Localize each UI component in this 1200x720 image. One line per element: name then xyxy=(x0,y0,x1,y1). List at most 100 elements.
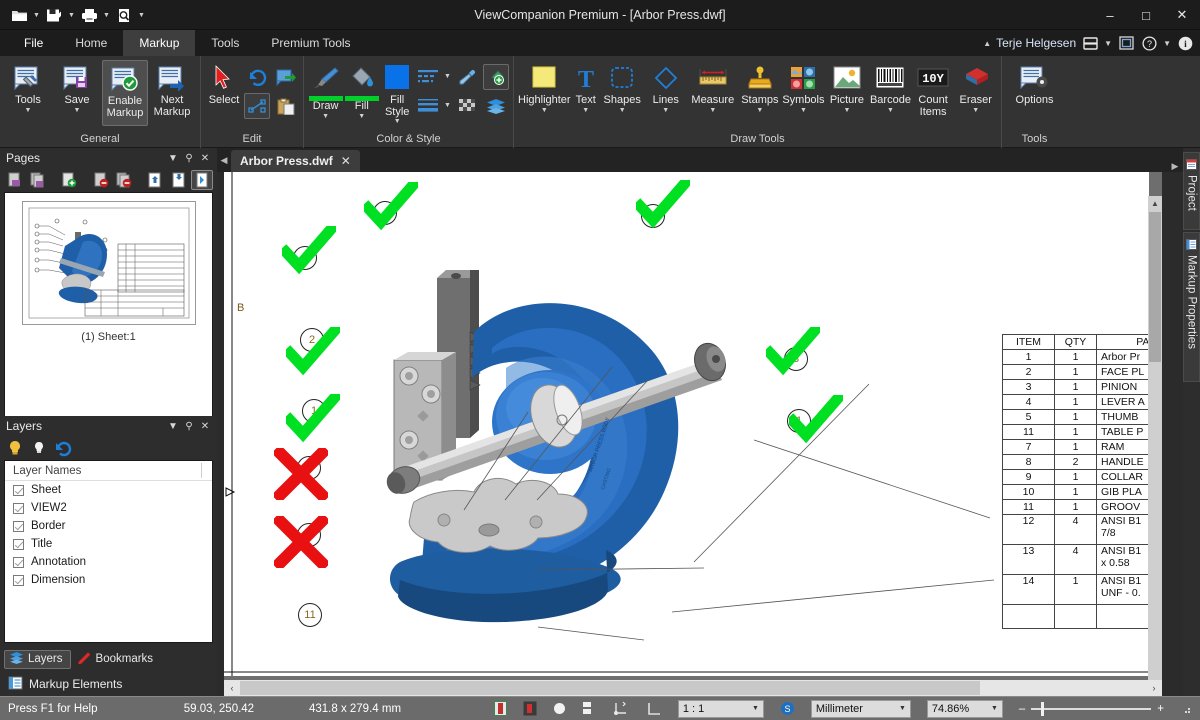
line-width-icon[interactable] xyxy=(415,93,441,119)
dock-tab-layers[interactable]: Layers xyxy=(4,649,71,669)
remove-all-pages-icon[interactable] xyxy=(113,170,134,190)
ribbon-button-fill-style[interactable]: Fill Style ▼ xyxy=(380,60,414,126)
fill-style-dropdown-caret[interactable]: ▼ xyxy=(394,118,401,126)
all-layers-on-icon[interactable] xyxy=(4,438,26,458)
save-all-pages-icon[interactable] xyxy=(27,170,48,190)
info-icon[interactable]: i xyxy=(1176,34,1194,52)
zoom-slider-track[interactable] xyxy=(1031,701,1152,716)
status-corner-icon[interactable] xyxy=(638,697,670,720)
lines-caret[interactable]: ▼ xyxy=(662,107,669,115)
table-row[interactable]: 10 1 GIB PLA xyxy=(1002,484,1149,500)
zoom-slider-handle[interactable] xyxy=(1041,701,1045,716)
layer-row-border[interactable]: Border xyxy=(5,517,212,535)
status-zoom-combo[interactable]: 74.86% ▼ xyxy=(919,697,1011,720)
close-button[interactable]: ✕ xyxy=(1164,0,1200,30)
tools-dropdown-caret[interactable]: ▼ xyxy=(25,107,32,115)
markup-check[interactable] xyxy=(636,180,690,234)
table-row[interactable]: 1 1 Arbor Pr xyxy=(1002,349,1149,365)
doctab-prev-arrow[interactable]: ◀ xyxy=(217,148,231,172)
remove-page-icon[interactable] xyxy=(90,170,111,190)
window-layout-icon[interactable] xyxy=(1117,34,1135,52)
status-unit-combo[interactable]: Millimeter ▼ xyxy=(803,697,919,720)
ribbon-button-highlighter[interactable]: Highlighter ▼ xyxy=(518,60,571,126)
maximize-button[interactable]: □ xyxy=(1128,0,1164,30)
pages-close-button[interactable]: ✕ xyxy=(197,153,213,164)
move-page-down-icon[interactable] xyxy=(168,170,189,190)
document-tab-close[interactable]: ✕ xyxy=(341,154,351,168)
layer-row-view2[interactable]: VIEW2 xyxy=(5,499,212,517)
minimize-button[interactable]: – xyxy=(1092,0,1128,30)
transform-icon[interactable] xyxy=(244,93,270,119)
tab-tools[interactable]: Tools xyxy=(195,30,255,56)
canvas-vertical-scrollbar[interactable]: ▲ ▼ xyxy=(1148,196,1162,700)
layer-row-annotation[interactable]: Annotation xyxy=(5,553,212,571)
canvas-hscroll-track[interactable] xyxy=(240,681,1146,695)
zoom-dropdown-caret[interactable]: ▼ xyxy=(991,705,998,712)
save-page-icon[interactable] xyxy=(4,170,25,190)
tab-premium-tools[interactable]: Premium Tools xyxy=(255,30,366,56)
table-row[interactable]: 13 4 ANSI B1 x 0.58 xyxy=(1002,544,1149,575)
symbols-caret[interactable]: ▼ xyxy=(800,107,807,115)
balloon-callout[interactable]: 11 xyxy=(298,603,322,627)
paste-icon[interactable] xyxy=(273,93,299,119)
markup-check[interactable] xyxy=(286,327,340,381)
markup-x[interactable] xyxy=(274,516,328,568)
undo-icon[interactable] xyxy=(244,64,270,90)
help-dropdown-caret[interactable]: ▼ xyxy=(1163,39,1171,48)
scale-dropdown-caret[interactable]: ▼ xyxy=(752,705,759,712)
resize-grip[interactable] xyxy=(1172,697,1200,720)
table-row[interactable]: 7 1 RAM xyxy=(1002,439,1149,455)
fill-dropdown-caret[interactable]: ▼ xyxy=(358,113,365,121)
right-tab-markup-properties[interactable]: Markup Properties xyxy=(1183,232,1200,382)
markup-check[interactable] xyxy=(789,395,843,449)
pages-collapse-button[interactable]: ▼ xyxy=(165,153,181,164)
layers-list[interactable]: Layer Names Sheet VIEW2 Border Title Ann… xyxy=(4,460,213,643)
markup-check[interactable] xyxy=(286,394,340,448)
page-thumbnail[interactable] xyxy=(21,201,196,325)
ribbon-button-next-markup[interactable]: Next Markup xyxy=(149,60,195,126)
eyedropper-icon[interactable] xyxy=(454,64,480,90)
markup-x[interactable] xyxy=(274,448,328,500)
status-unit-icon[interactable]: S xyxy=(772,697,803,720)
redo-markup-icon[interactable] xyxy=(273,64,299,90)
ribbon-button-picture[interactable]: Picture ▼ xyxy=(826,60,869,126)
status-scale-combo[interactable]: 1 : 1 ▼ xyxy=(670,697,772,720)
layers-collapse-button[interactable]: ▼ xyxy=(165,421,181,432)
layers-close-button[interactable]: ✕ xyxy=(197,421,213,432)
ribbon-button-eraser[interactable]: Eraser ▼ xyxy=(954,60,997,126)
tab-markup[interactable]: Markup xyxy=(123,30,196,56)
layer-checkbox-dimension[interactable] xyxy=(13,574,24,586)
pages-pin-button[interactable]: ⚲ xyxy=(181,153,197,164)
move-page-up-icon[interactable] xyxy=(145,170,166,190)
status-circle-icon[interactable] xyxy=(545,697,574,720)
layer-checkbox-border[interactable] xyxy=(13,520,24,532)
unit-dropdown-caret[interactable]: ▼ xyxy=(899,705,906,712)
ribbon-collapse-caret[interactable]: ▲ xyxy=(983,39,991,48)
ribbon-button-symbols[interactable]: Symbols ▼ xyxy=(782,60,825,126)
eraser-caret[interactable]: ▼ xyxy=(972,107,979,115)
layer-row-dimension[interactable]: Dimension xyxy=(5,571,212,589)
stamps-caret[interactable]: ▼ xyxy=(756,107,763,115)
table-row[interactable]: 2 1 FACE PL xyxy=(1002,364,1149,380)
save-dropdown-caret2[interactable]: ▼ xyxy=(74,107,81,115)
add-color-icon[interactable] xyxy=(482,64,509,90)
layer-checkbox-annotation[interactable] xyxy=(13,556,24,568)
canvas-scroll-left-arrow[interactable]: ‹ xyxy=(224,683,240,693)
status-snap-icon[interactable] xyxy=(604,697,638,720)
text-caret[interactable]: ▼ xyxy=(582,107,589,115)
markup-check[interactable] xyxy=(766,327,820,381)
picture-caret[interactable]: ▼ xyxy=(843,107,850,115)
zoom-slider[interactable]: – + xyxy=(1011,697,1172,720)
ribbon-button-options[interactable]: Options xyxy=(1007,60,1063,126)
table-row[interactable]: 14 1 ANSI B1 UNF - 0. xyxy=(1002,574,1149,605)
canvas-hscroll-thumb[interactable] xyxy=(240,681,980,695)
table-row[interactable]: 11 1 TABLE P xyxy=(1002,424,1149,440)
transparency-icon[interactable] xyxy=(454,93,480,119)
ribbon-button-stamps[interactable]: Stamps ▼ xyxy=(739,60,782,126)
account-name[interactable]: Terje Helgesen xyxy=(996,36,1076,50)
layer-checkbox-title[interactable] xyxy=(13,538,24,550)
line-style-icon[interactable] xyxy=(415,64,441,90)
layer-checkbox-view2[interactable] xyxy=(13,502,24,514)
drawing-page[interactable]: ARBOR PRESS BODY CASTING B 3 2 1 8 1 11 xyxy=(224,172,1149,676)
highlighter-caret[interactable]: ▼ xyxy=(541,107,548,115)
